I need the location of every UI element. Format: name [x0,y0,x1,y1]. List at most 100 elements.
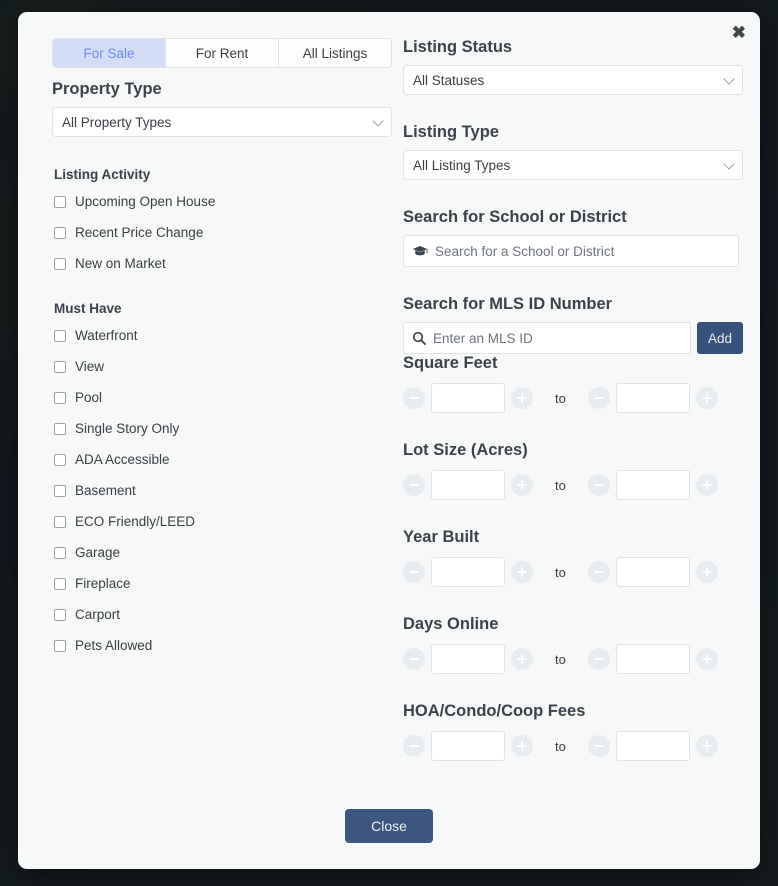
checkbox-icon[interactable] [54,391,66,404]
checkbox-row[interactable]: Garage [54,545,387,560]
min-value-input[interactable] [431,383,505,413]
range-field: Year Built to [403,528,743,587]
checkbox-row[interactable]: Pool [54,390,387,405]
listing-status-heading: Listing Status [403,38,513,56]
checkbox-row[interactable]: ECO Friendly/LEED [54,514,387,529]
checkbox-icon[interactable] [54,608,66,621]
checkbox-icon[interactable] [54,360,66,373]
checkbox-row[interactable]: Single Story Only [54,421,387,436]
checkbox-row[interactable]: Pets Allowed [54,638,387,653]
increment-min-button[interactable] [511,561,533,583]
checkbox-icon[interactable] [54,484,66,497]
max-value-input[interactable] [615,557,690,587]
checkbox-row[interactable]: New on Market [54,256,387,271]
checkbox-icon[interactable] [54,577,66,590]
min-value-input[interactable] [431,731,505,761]
decrement-max-button[interactable] [587,735,610,757]
close-button[interactable]: Close [345,809,433,843]
increment-max-button[interactable] [695,387,718,409]
filter-modal: ✖ For Sale For Rent All Listings Property … [18,12,760,869]
checkbox-icon[interactable] [54,329,66,342]
tab-all-listings[interactable]: All Listings [279,39,391,67]
increment-min-button[interactable] [511,474,533,496]
increment-max-button[interactable] [695,735,718,757]
checkbox-row[interactable]: Recent Price Change [54,225,387,240]
tab-for-rent[interactable]: For Rent [166,39,279,67]
checkbox-row[interactable]: View [54,359,387,374]
checkbox-row[interactable]: Waterfront [54,328,387,343]
decrement-max-button[interactable] [587,561,610,583]
checkbox-label: Fireplace [75,576,131,591]
checkbox-icon[interactable] [54,422,66,435]
listing-type-select[interactable]: All Listing Types [403,150,743,180]
decrement-min-button[interactable] [403,387,425,409]
range-heading: HOA/Condo/Coop Fees [403,702,586,720]
range-separator: to [555,564,566,580]
decrement-min-button[interactable] [403,561,425,583]
min-value-input[interactable] [431,557,505,587]
increment-max-button[interactable] [695,561,718,583]
decrement-max-button[interactable] [587,648,610,670]
property-type-value: All Property Types [62,114,172,130]
property-type-select[interactable]: All Property Types [52,107,392,137]
checkbox-icon[interactable] [54,453,66,466]
range-row: to [403,383,743,413]
min-value-input[interactable] [431,644,505,674]
add-mls-button[interactable]: Add [697,322,743,354]
increment-max-button[interactable] [695,474,718,496]
decrement-min-button[interactable] [403,474,425,496]
increment-min-button[interactable] [511,648,533,670]
checkbox-icon[interactable] [54,195,66,208]
increment-min-button[interactable] [511,387,533,409]
min-value-input[interactable] [431,470,505,500]
increment-min-button[interactable] [511,735,533,757]
decrement-max-button[interactable] [587,474,610,496]
checkbox-label: ECO Friendly/LEED [75,514,196,529]
decrement-min-button[interactable] [403,735,425,757]
max-value-input[interactable] [615,470,690,500]
checkbox-label: Waterfront [75,328,138,343]
school-search-field: Search for School or District Search for… [403,208,743,267]
listing-status-select[interactable]: All Statuses [403,65,743,95]
decrement-max-button[interactable] [587,387,610,409]
checkbox-label: Single Story Only [75,421,180,436]
checkbox-row[interactable]: Basement [54,483,387,498]
mls-search-heading: Search for MLS ID Number [403,295,613,313]
range-fields: Square Feet to Lot Size (Acres) to Year Buil… [403,354,743,761]
checkbox-label: View [75,359,105,374]
mls-search-box[interactable]: Enter an MLS ID [403,322,691,354]
checkbox-row[interactable]: Upcoming Open House [54,194,387,209]
mls-search-row: Enter an MLS ID Add [403,322,743,354]
checkbox-icon[interactable] [54,546,66,559]
max-value-input[interactable] [615,383,690,413]
checkbox-icon[interactable] [54,515,66,528]
school-search-box[interactable]: Search for a School or District [403,235,739,267]
checkbox-label: Recent Price Change [75,225,204,240]
search-icon [412,331,426,345]
max-value-input[interactable] [615,731,690,761]
chevron-down-icon [723,158,735,170]
checkbox-row[interactable]: ADA Accessible [54,452,387,467]
checkbox-label: Carport [75,607,121,622]
right-column: Listing Status All Statuses Listing Type… [403,12,760,799]
checkbox-row[interactable]: Carport [54,607,387,622]
max-value-input[interactable] [615,644,690,674]
chevron-down-icon [372,115,384,127]
checkbox-icon[interactable] [54,639,66,652]
range-heading: Square Feet [403,354,498,372]
checkbox-icon[interactable] [54,226,66,239]
tab-for-sale[interactable]: For Sale [53,39,166,67]
decrement-min-button[interactable] [403,648,425,670]
range-field: Days Online to [403,615,743,674]
checkbox-label: New on Market [75,256,166,271]
listing-activity-heading: Listing Activity [54,167,151,182]
increment-max-button[interactable] [695,648,718,670]
range-row: to [403,557,743,587]
school-search-heading: Search for School or District [403,208,627,226]
range-separator: to [555,738,566,754]
listing-type-value: All Listing Types [413,157,511,173]
range-separator: to [555,651,566,667]
checkbox-row[interactable]: Fireplace [54,576,387,591]
range-field: Square Feet to [403,354,743,413]
checkbox-icon[interactable] [54,257,66,270]
